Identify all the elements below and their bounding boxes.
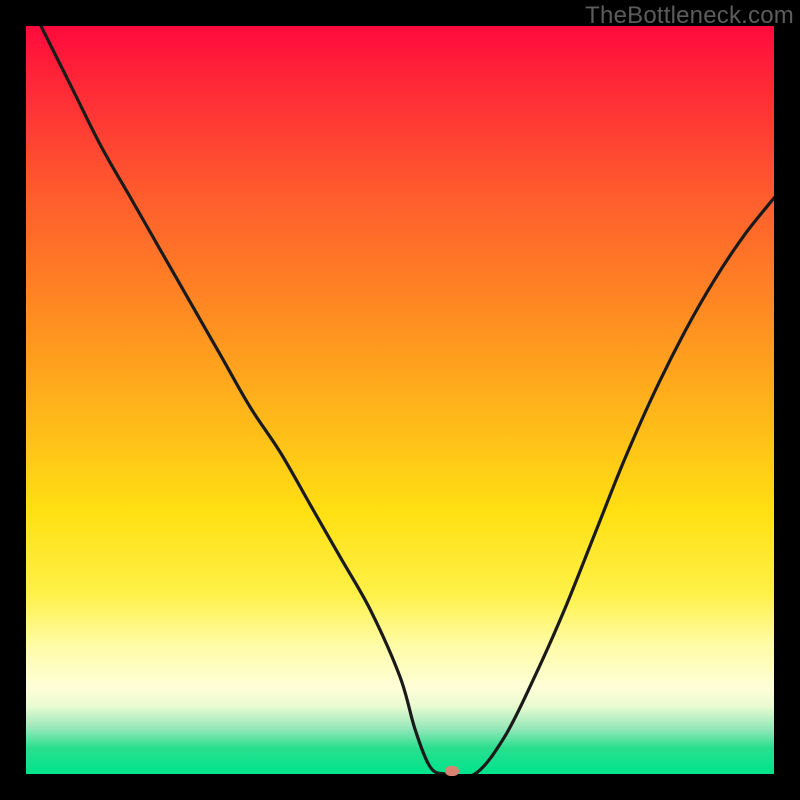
optimal-point-marker <box>445 766 459 776</box>
plot-area <box>26 26 774 774</box>
watermark-text: TheBottleneck.com <box>585 2 794 30</box>
bottleneck-curve <box>26 26 774 774</box>
chart-frame: TheBottleneck.com <box>0 0 800 800</box>
